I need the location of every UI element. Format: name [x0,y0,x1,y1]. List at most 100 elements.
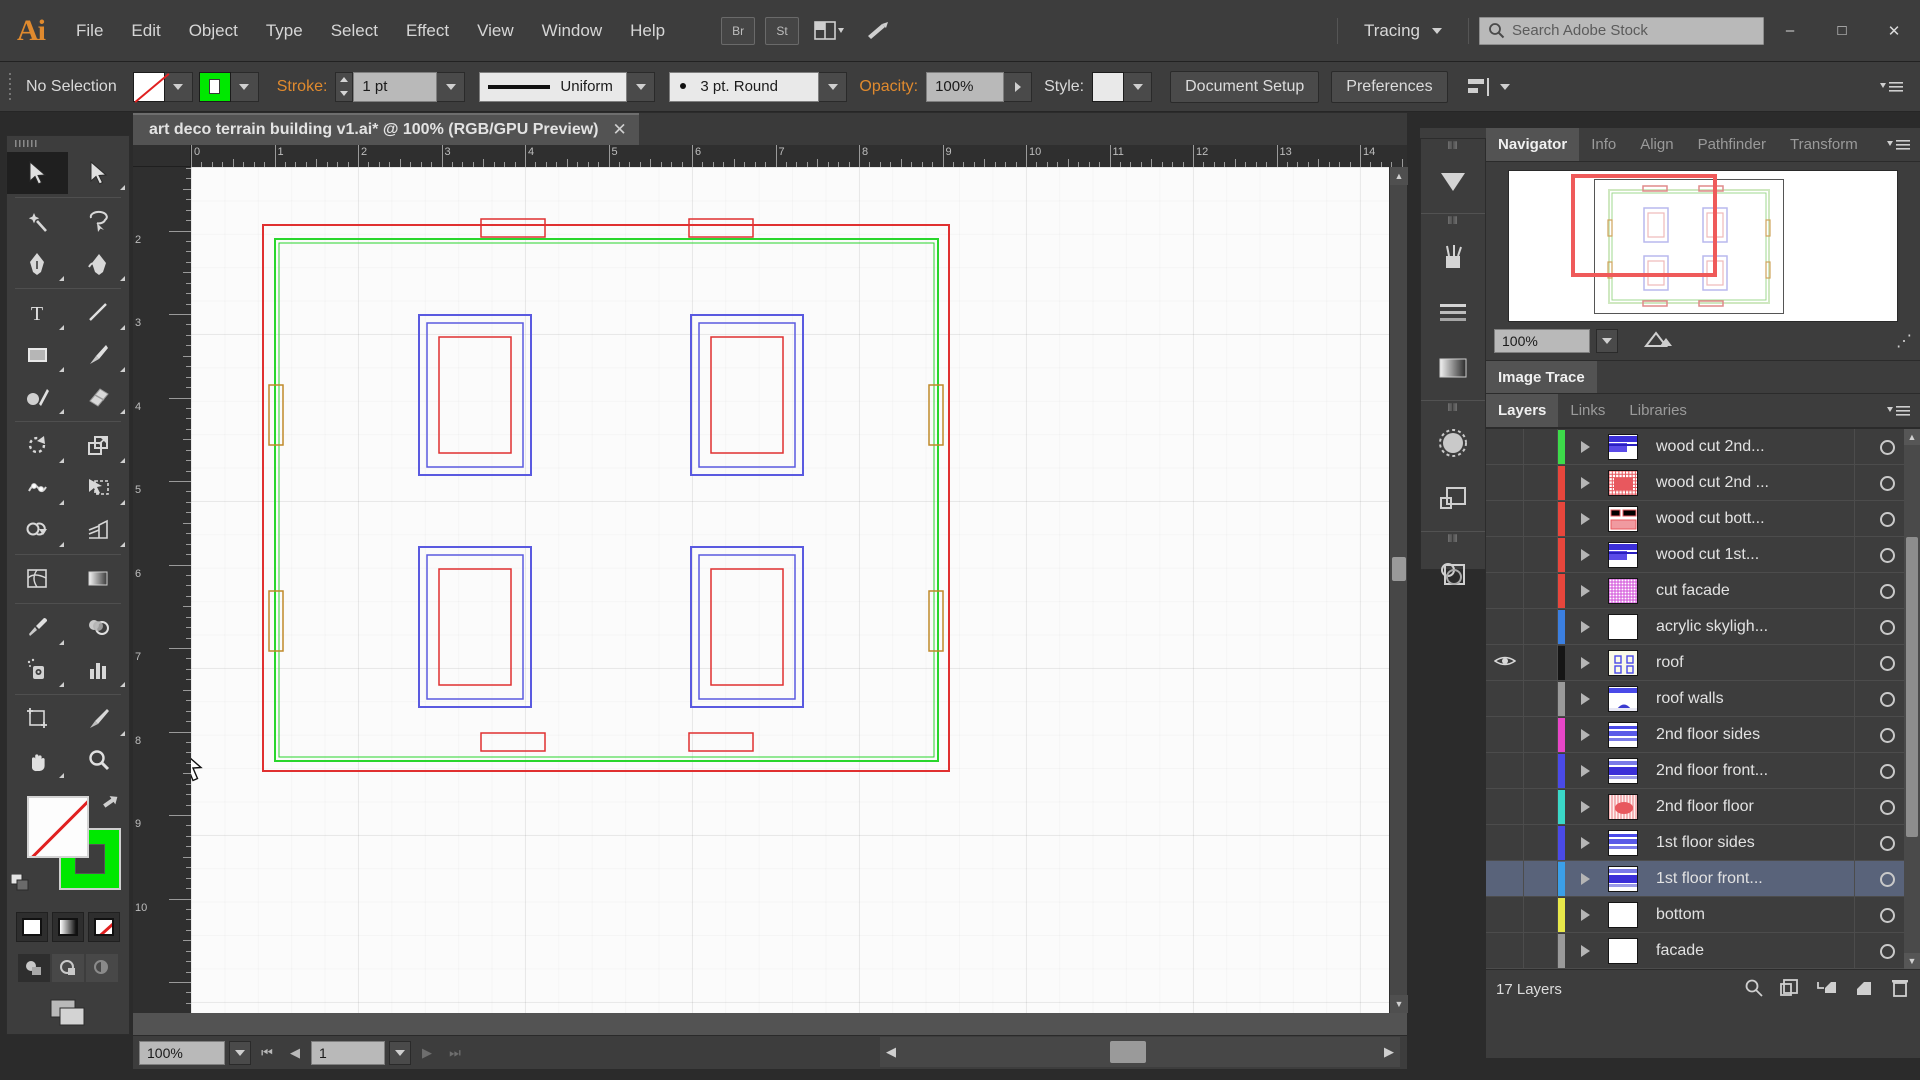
control-bar-overflow-button[interactable] [1880,80,1904,94]
layer-row[interactable]: 2nd floor floor [1486,789,1920,825]
rail-grip[interactable]: ⦀⦀ [1421,401,1485,415]
symbol-sprayer-tool[interactable] [7,649,68,691]
zoom-tool[interactable] [68,740,129,782]
navigator-zoom-input[interactable]: 100% [1494,329,1590,353]
layer-lock-toggle[interactable] [1524,933,1558,969]
pillar-1-inner[interactable] [438,336,512,454]
tab-image-trace[interactable]: Image Trace [1486,361,1597,393]
layers-list[interactable]: wood cut 2nd... wood cut 2nd ... wood cut … [1486,428,1920,969]
direct-selection-tool[interactable] [68,152,129,194]
menu-view[interactable]: View [463,0,528,62]
rail-grip[interactable]: ⦀⦀ [1421,139,1485,153]
fill-swatch-group[interactable] [132,71,193,102]
layer-expand-triangle[interactable] [1570,573,1600,609]
layer-name-label[interactable]: 2nd floor floor [1646,798,1854,816]
vertical-scroll-thumb[interactable] [1392,557,1406,581]
pillar-1-outer[interactable] [418,314,532,476]
navigator-thumbnail[interactable] [1508,170,1898,322]
draw-inside-button[interactable] [86,954,118,982]
control-bar-grip[interactable] [6,72,16,102]
tools-panel-grip[interactable] [7,136,129,152]
previous-artboard-button[interactable]: ◀ [283,1041,307,1065]
layer-name-label[interactable]: bottom [1646,906,1854,924]
last-artboard-button[interactable]: ⏭ [443,1041,467,1065]
layer-visibility-toggle[interactable] [1486,609,1524,645]
stroke-swatch[interactable] [198,71,231,102]
rectangle-tool[interactable] [7,334,68,376]
layer-row[interactable]: roof [1486,645,1920,681]
layer-lock-toggle[interactable] [1524,897,1558,933]
gradient-icon[interactable] [1421,340,1485,396]
slice-tool[interactable] [68,698,129,740]
artboard-number-input[interactable]: 1 [311,1040,385,1065]
artwork-vector-drawing[interactable] [191,167,1389,1013]
layer-row[interactable]: wood cut 1st... [1486,537,1920,573]
layer-visibility-toggle[interactable] [1486,465,1524,501]
scroll-up-arrow[interactable]: ▲ [1390,167,1408,185]
pillar-2-inner[interactable] [710,336,784,454]
transparency-icon[interactable] [1421,415,1485,471]
navigator-resize-grip[interactable]: ⋰ [1896,331,1912,351]
canvas-vertical-scrollbar[interactable]: ▲ ▼ [1389,167,1408,1013]
menu-effect[interactable]: Effect [392,0,463,62]
brush-dropdown-button[interactable] [819,71,848,102]
pillar-2-mid[interactable] [698,322,796,468]
outer-red-rect[interactable] [262,224,950,772]
shape-builder-tool[interactable] [7,509,68,551]
layer-expand-triangle[interactable] [1570,933,1600,969]
window-maximize-button[interactable]: □ [1816,0,1868,62]
layer-lock-toggle[interactable] [1524,537,1558,573]
perspective-grid-tool[interactable] [68,509,129,551]
layer-row[interactable]: 2nd floor sides [1486,717,1920,753]
document-setup-button[interactable]: Document Setup [1170,70,1320,103]
eyedropper-tool[interactable] [7,607,68,649]
layer-name-label[interactable]: roof walls [1646,690,1854,708]
workspace-switcher[interactable]: Tracing [1348,13,1458,49]
free-transform-tool[interactable] [68,467,129,509]
layer-name-label[interactable]: wood cut bott... [1646,510,1854,528]
layer-visibility-toggle[interactable] [1486,429,1524,465]
graphic-styles-icon[interactable] [1421,546,1485,602]
window-minimize-button[interactable]: – [1764,0,1816,62]
artboard[interactable] [191,167,1389,1013]
stroke-profile-select[interactable]: Uniform [479,71,628,102]
rail-grip[interactable]: ⦀⦀ [1421,214,1485,228]
pillar-3-mid[interactable] [426,554,524,700]
style-dropdown-button[interactable] [1124,71,1153,102]
layer-expand-triangle[interactable] [1570,429,1600,465]
layer-visibility-toggle[interactable] [1486,933,1524,969]
draw-normal-button[interactable] [18,954,50,982]
zoom-dropdown-button[interactable] [229,1040,251,1065]
pillar-4-outer[interactable] [690,546,804,708]
layer-row[interactable]: wood cut 2nd... [1486,429,1920,465]
window-bottom-right[interactable] [688,732,754,752]
selection-tool[interactable] [7,152,68,194]
layers-scroll-thumb[interactable] [1906,537,1918,837]
stroke-weight-input[interactable]: 1 pt [353,71,438,102]
layer-lock-toggle[interactable] [1524,609,1558,645]
green-inner-line[interactable] [278,242,935,758]
layer-expand-triangle[interactable] [1570,609,1600,645]
layer-name-label[interactable]: wood cut 2nd ... [1646,474,1854,492]
layer-row[interactable]: 1st floor sides [1486,825,1920,861]
window-right-lower[interactable] [928,590,944,652]
layer-visibility-toggle[interactable] [1486,501,1524,537]
next-artboard-button[interactable]: ▶ [415,1041,439,1065]
view-proxy-icon[interactable] [1643,329,1674,354]
layer-lock-toggle[interactable] [1524,789,1558,825]
layer-name-label[interactable]: roof [1646,654,1854,672]
zoom-level-input[interactable]: 100% [139,1040,225,1065]
layer-lock-toggle[interactable] [1524,465,1558,501]
screen-mode-button[interactable] [7,996,129,1028]
window-close-button[interactable]: ✕ [1868,0,1920,62]
layer-visibility-toggle[interactable] [1486,537,1524,573]
ruler-corner[interactable] [133,145,191,167]
layer-row[interactable]: acrylic skyligh... [1486,609,1920,645]
brushes-icon[interactable] [1421,153,1485,209]
menu-file[interactable]: File [62,0,117,62]
tab-pathfinder[interactable]: Pathfinder [1686,128,1778,161]
layer-visibility-toggle[interactable] [1486,645,1524,681]
layer-name-label[interactable]: facade [1646,942,1854,960]
tab-layers[interactable]: Layers [1486,394,1559,427]
layer-expand-triangle[interactable] [1570,537,1600,573]
